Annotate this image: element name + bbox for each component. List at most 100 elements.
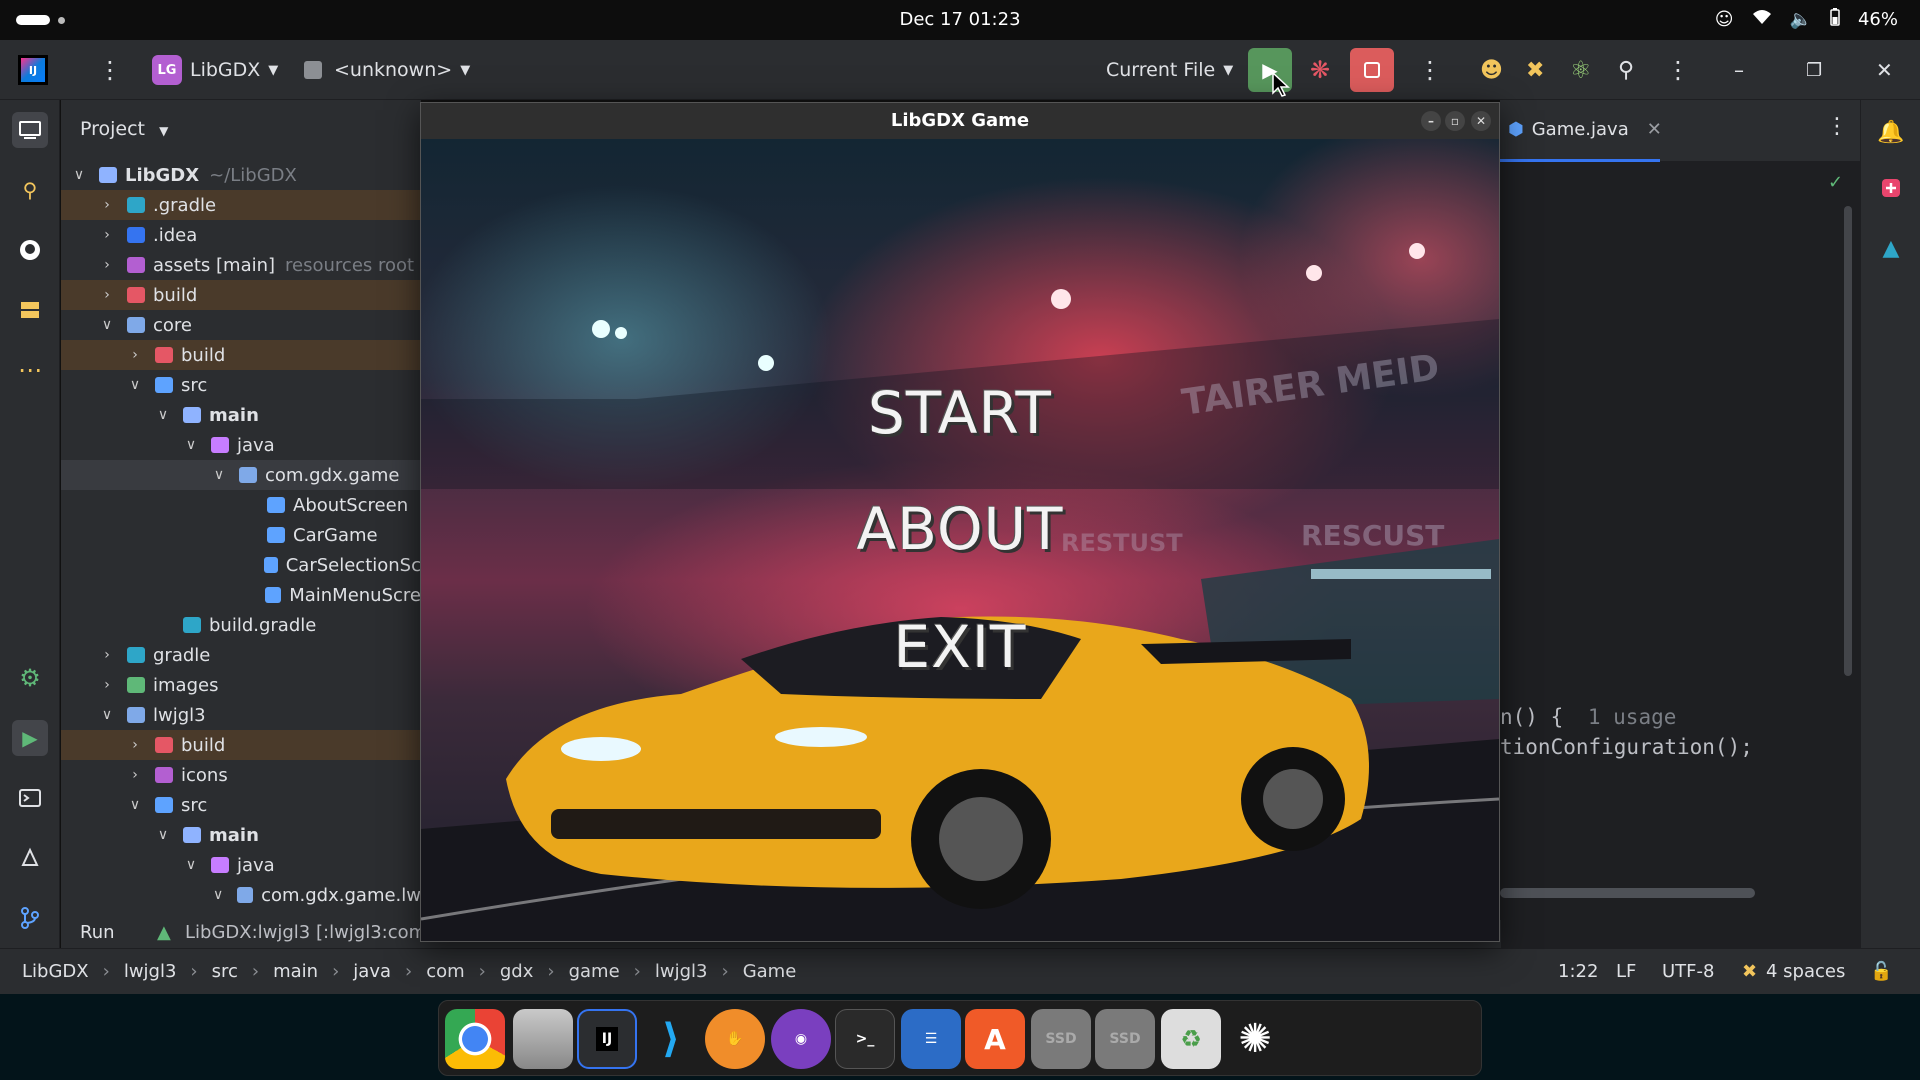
tree-item[interactable]: ∨ src [61,790,421,820]
chevron-right-icon[interactable]: › [127,767,143,783]
tree-item[interactable]: › .idea [61,220,421,250]
tree-item[interactable]: › images [61,670,421,700]
volume-icon[interactable]: 🔈 [1790,9,1812,30]
services-gear-icon[interactable]: ⚙ [12,660,48,696]
ssd-drive-icon[interactable]: SSD [1095,1009,1155,1069]
caret-position[interactable]: 1:22 [1558,961,1598,982]
breadcrumb-item[interactable]: lwjgl3 [655,961,708,982]
intellij-logo-icon[interactable]: IJ [18,40,48,100]
chevron-right-icon[interactable]: › [99,197,115,213]
maximize-icon[interactable]: ▫ [1445,111,1465,131]
line-separator[interactable]: LF [1616,961,1636,982]
show-apps-icon[interactable]: ✺ [1225,1009,1285,1069]
writer-icon[interactable]: ☰ [901,1009,961,1069]
breadcrumb-item[interactable]: game [569,961,620,982]
stop-button[interactable] [1350,40,1394,100]
chevron-down-icon[interactable]: ∨ [183,437,199,453]
tree-item[interactable]: CarSelectionSc [61,550,421,580]
vcs-branch-widget[interactable]: <unknown> ▼ [304,40,470,100]
gradle-elephant-icon[interactable]: ▲ [1873,230,1909,266]
github-desktop-icon[interactable]: ◉ [771,1009,831,1069]
commit-icon[interactable]: ⚲ [12,172,48,208]
chevron-right-icon[interactable]: › [99,647,115,663]
vscode-icon[interactable]: ⟩ [641,1009,701,1069]
system-tray[interactable]: ☺ 🔈 46% [1715,8,1898,31]
close-icon[interactable]: ✕ [1876,40,1893,100]
wifi-icon[interactable] [1752,9,1772,30]
app-center-icon[interactable]: A [965,1009,1025,1069]
project-panel-header[interactable]: Project ▼ [80,118,168,140]
chevron-down-icon[interactable]: ∨ [155,827,171,843]
tree-item[interactable]: ∨ com.gdx.game.lw [61,880,421,910]
run-config-selector[interactable]: Current File ▼ [1106,40,1233,100]
tree-item[interactable]: ∨ src [61,370,421,400]
git-branch-icon[interactable] [12,900,48,936]
breadcrumb-item[interactable]: Game [743,961,797,982]
ssd-drive-icon[interactable]: SSD [1031,1009,1091,1069]
settings-menu-icon[interactable]: ⋮ [1666,40,1690,100]
code-editor[interactable]: n() { 1 usage tionConfiguration(); [1500,100,1860,948]
chevron-right-icon[interactable]: › [99,257,115,273]
project-switcher[interactable]: LG LibGDX ▼ [152,40,278,100]
intellij-dock-icon[interactable]: IJ [577,1009,637,1069]
tab-options-icon[interactable]: ⋮ [1826,114,1848,139]
more-tools-icon[interactable]: ⋯ [12,352,48,388]
close-tab-icon[interactable]: ✕ [1647,119,1662,140]
breadcrumb-item[interactable]: LibGDX [22,961,89,982]
battery-icon[interactable] [1830,8,1840,31]
chevron-down-icon[interactable]: ∨ [211,887,225,903]
chevron-down-icon[interactable]: ∨ [71,167,87,183]
run-tool-icon[interactable]: ▶ [12,720,48,756]
chevron-down-icon[interactable]: ∨ [155,407,171,423]
minimize-icon[interactable]: – [1421,111,1441,131]
postman-icon[interactable]: ✋ [705,1009,765,1069]
tree-item[interactable]: › assets [main] resources root [61,250,421,280]
trash-icon[interactable]: ♻ [1161,1009,1221,1069]
chevron-right-icon[interactable]: › [99,227,115,243]
tree-item[interactable]: ∨ java [61,430,421,460]
indent-setting[interactable]: 4 spaces [1766,961,1845,982]
chevron-down-icon[interactable]: ∨ [99,707,115,723]
tab-game-java[interactable]: ⬢ Game.java ✕ [1500,100,1662,162]
run-tab-label[interactable]: Run [80,922,115,943]
chevron-down-icon[interactable]: ∨ [211,467,227,483]
minimize-icon[interactable]: – [1734,40,1744,100]
tree-item[interactable]: › gradle [61,640,421,670]
terminal-icon[interactable] [12,780,48,816]
breadcrumb-item[interactable]: java [353,961,391,982]
usage-hint[interactable]: 1 usage [1588,705,1677,729]
tree-item[interactable]: MainMenuScre [61,580,421,610]
terminal-dock-icon[interactable]: >_ [835,1009,895,1069]
atom-plugin-icon[interactable]: ⚛ [1570,40,1592,100]
tree-item[interactable]: › build [61,730,421,760]
exit-button[interactable]: EXIT [421,613,1499,681]
tree-item[interactable]: › icons [61,760,421,790]
vertical-scrollbar[interactable] [1844,206,1852,676]
tree-item[interactable]: ∨ lwjgl3 [61,700,421,730]
chevron-right-icon[interactable]: › [127,737,143,753]
debug-button[interactable]: ❋ [1310,40,1330,100]
chevron-down-icon[interactable]: ∨ [127,797,143,813]
tree-item[interactable]: ∨ com.gdx.game [61,460,421,490]
clock[interactable]: Dec 17 01:23 [0,9,1920,30]
chevron-right-icon[interactable]: › [99,287,115,303]
tree-item[interactable]: ∨ main [61,400,421,430]
database-icon[interactable] [12,292,48,328]
breadcrumb-item[interactable]: src [212,961,238,982]
chevron-down-icon[interactable]: ∨ [127,377,143,393]
inspection-ok-icon[interactable]: ✓ [1828,172,1843,193]
tree-item[interactable]: ∨ LibGDX ~/LibGDX [61,160,421,190]
build-tools-icon[interactable]: ✖ [1526,40,1544,100]
game-window-titlebar[interactable]: LibGDX Game – ▫ ✕ [421,103,1499,139]
main-menu-icon[interactable]: ⋮ [98,40,122,100]
ai-assistant-icon[interactable] [1873,170,1909,206]
tree-item[interactable]: ∨ java [61,850,421,880]
horizontal-scrollbar[interactable] [1500,888,1755,898]
breadcrumb-item[interactable]: com [426,961,464,982]
breadcrumb-item[interactable]: lwjgl3 [124,961,177,982]
file-encoding[interactable]: UTF-8 [1662,961,1714,982]
tree-item[interactable]: AboutScreen [61,490,421,520]
close-icon[interactable]: ✕ [1471,111,1491,131]
tree-item[interactable]: ∨ core [61,310,421,340]
tree-item[interactable]: › .gradle [61,190,421,220]
